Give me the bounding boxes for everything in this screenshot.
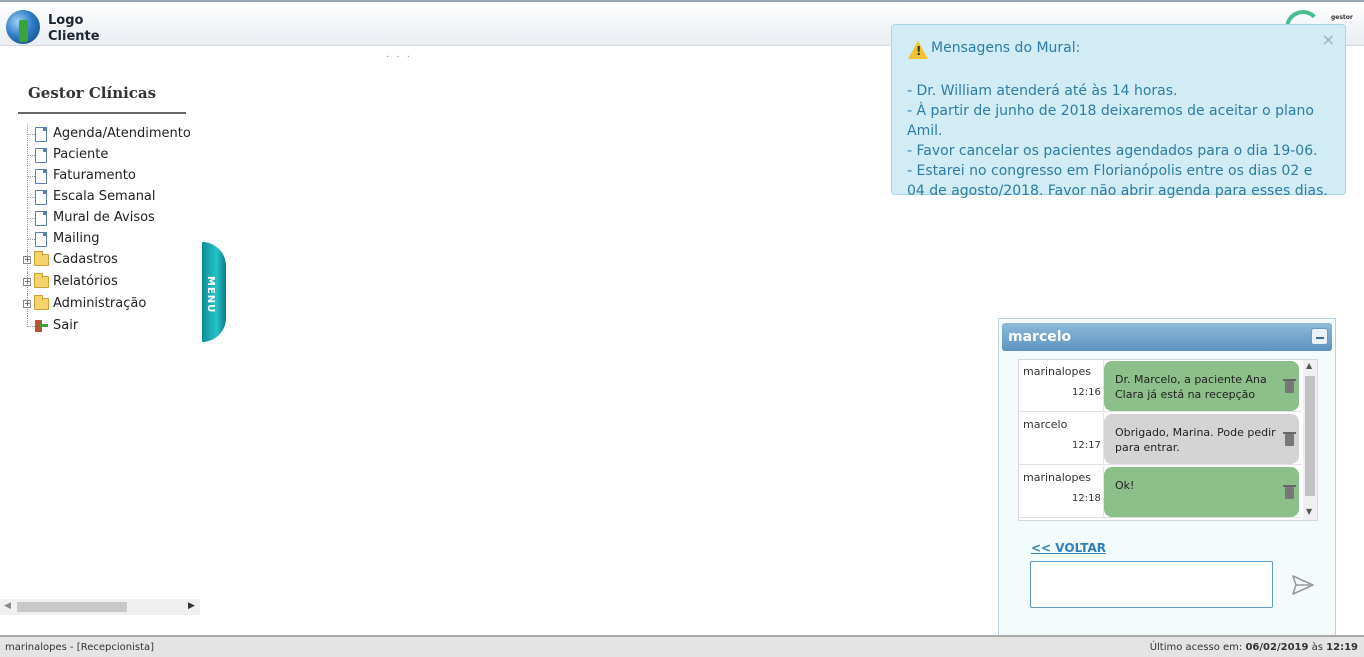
expand-icon[interactable]: + (23, 300, 31, 308)
client-logo[interactable]: Logo Cliente (48, 13, 100, 45)
document-icon (35, 148, 47, 163)
message-sender: marinalopes (1023, 471, 1092, 484)
sidebar-item-label: Sair (53, 318, 79, 333)
sidebar-item-label: Faturamento (53, 168, 136, 183)
last-access-time: 12:19 (1326, 642, 1358, 653)
trash-icon[interactable] (1283, 432, 1296, 446)
sidebar-title: Gestor Clínicas (28, 84, 157, 102)
last-access-at: às (1311, 642, 1323, 653)
sidebar-tree: Agenda/Atendimento Paciente Faturamento … (22, 124, 202, 337)
sidebar-item-mailing[interactable]: Mailing (22, 229, 202, 250)
alert-line: - Dr. William atenderá até às 14 horas. (907, 83, 1178, 99)
chat-message: marinalopes 12:18 Ok! (1019, 466, 1302, 518)
sidebar-item-escala-semanal[interactable]: Escala Semanal (22, 187, 202, 208)
message-bubble: Dr. Marcelo, a paciente Ana Clara já est… (1104, 361, 1299, 411)
chat-header: marcelo (1002, 323, 1332, 351)
logo-line-1: Logo (48, 13, 84, 28)
sidebar-item-paciente[interactable]: Paciente (22, 145, 202, 166)
sidebar-item-label: Paciente (53, 147, 109, 162)
sidebar-item-cadastros[interactable]: + Cadastros (22, 250, 202, 272)
sidebar-item-agenda[interactable]: Agenda/Atendimento (22, 124, 202, 145)
last-access: Último acesso em: 06/02/2019 às 12:19 (1150, 642, 1358, 653)
send-icon[interactable] (1291, 573, 1315, 597)
scrollbar-thumb[interactable] (17, 602, 127, 612)
exit-icon (34, 319, 48, 333)
sidebar-item-sair[interactable]: Sair (22, 316, 202, 337)
menu-toggle-tab[interactable]: MENU (202, 242, 226, 342)
folder-icon (34, 251, 49, 266)
scroll-up-icon[interactable]: ▲ (1306, 361, 1312, 370)
sidebar-item-label: Mural de Avisos (53, 210, 155, 225)
expand-icon[interactable]: + (23, 278, 31, 286)
message-sender: marinalopes (1023, 365, 1092, 378)
chat-message-list[interactable]: marinalopes 12:16 Dr. Marcelo, a pacient… (1018, 359, 1318, 521)
warning-icon (908, 41, 928, 59)
message-bubble: Obrigado, Marina. Pode pedir para entrar… (1104, 414, 1299, 464)
document-icon (35, 169, 47, 184)
scroll-down-icon[interactable]: ▼ (1306, 507, 1312, 516)
message-sender: marcelo (1023, 418, 1068, 431)
sidebar-item-mural-de-avisos[interactable]: Mural de Avisos (22, 208, 202, 229)
chat-message: marcelo 12:17 Obrigado, Marina. Pode ped… (1019, 413, 1302, 465)
status-bar: marinalopes - [Recepcionista] Último ace… (0, 635, 1364, 657)
logged-user: marinalopes - [Recepcionista] (5, 642, 155, 653)
chat-message: marinalopes 12:16 Dr. Marcelo, a pacient… (1019, 360, 1302, 412)
alert-title: Mensagens do Mural: (931, 40, 1081, 56)
brand-logo-text: gestor (1331, 14, 1353, 21)
sidebar-divider (18, 112, 186, 114)
alert-line: - Favor cancelar os pacientes agendados … (907, 143, 1318, 159)
chat-window: marcelo marinalopes 12:16 Dr. Marcelo, a… (998, 318, 1336, 638)
menu-tab-label: MENU (205, 276, 216, 314)
logo-line-2: Cliente (48, 29, 100, 44)
message-bubble: Ok! (1104, 467, 1299, 517)
document-icon (35, 232, 47, 247)
folder-icon (34, 295, 49, 310)
scroll-left-icon[interactable]: ◀ (4, 601, 11, 611)
sidebar-item-label: Agenda/Atendimento (53, 126, 191, 141)
trash-icon[interactable] (1283, 485, 1296, 499)
close-icon[interactable]: × (1322, 30, 1335, 49)
sidebar-item-administracao[interactable]: + Administração (22, 294, 202, 316)
chat-vertical-scrollbar[interactable]: ▲ ▼ (1303, 360, 1317, 520)
logo-globe-icon (6, 10, 40, 44)
folder-icon (34, 273, 49, 288)
chat-contact-name: marcelo (1008, 329, 1072, 345)
wall-messages-alert: Mensagens do Mural: × - Dr. William aten… (891, 24, 1346, 199)
alert-line: - Estarei no congresso em Florianópolis … (907, 163, 1328, 199)
sidebar-item-label: Escala Semanal (53, 189, 156, 204)
message-time: 12:18 (1072, 493, 1101, 504)
sidebar-horizontal-scrollbar[interactable]: ◀ ▶ (0, 599, 200, 615)
scrollbar-thumb[interactable] (1305, 376, 1315, 496)
sidebar-item-faturamento[interactable]: Faturamento (22, 166, 202, 187)
last-access-date: 06/02/2019 (1245, 642, 1309, 653)
sidebar-item-label: Administração (53, 296, 147, 311)
document-icon (35, 190, 47, 205)
sidebar-item-relatorios[interactable]: + Relatórios (22, 272, 202, 294)
message-time: 12:17 (1072, 440, 1101, 451)
sidebar-item-label: Cadastros (53, 252, 118, 267)
scroll-right-icon[interactable]: ▶ (188, 601, 195, 611)
chat-message-input[interactable] (1030, 561, 1273, 608)
loading-dots: · · · (386, 52, 412, 63)
back-link[interactable]: << VOLTAR (1031, 541, 1106, 555)
document-icon (35, 127, 47, 142)
sidebar-item-label: Mailing (53, 231, 100, 246)
alert-line: - À partir de junho de 2018 deixaremos d… (907, 103, 1314, 139)
message-time: 12:16 (1072, 387, 1101, 398)
sidebar-item-label: Relatórios (53, 274, 118, 289)
expand-icon[interactable]: + (23, 256, 31, 264)
alert-messages: - Dr. William atenderá até às 14 horas. … (907, 81, 1332, 201)
minimize-icon[interactable] (1311, 328, 1328, 345)
document-icon (35, 211, 47, 226)
trash-icon[interactable] (1283, 379, 1296, 393)
last-access-label: Último acesso em: (1149, 642, 1243, 653)
